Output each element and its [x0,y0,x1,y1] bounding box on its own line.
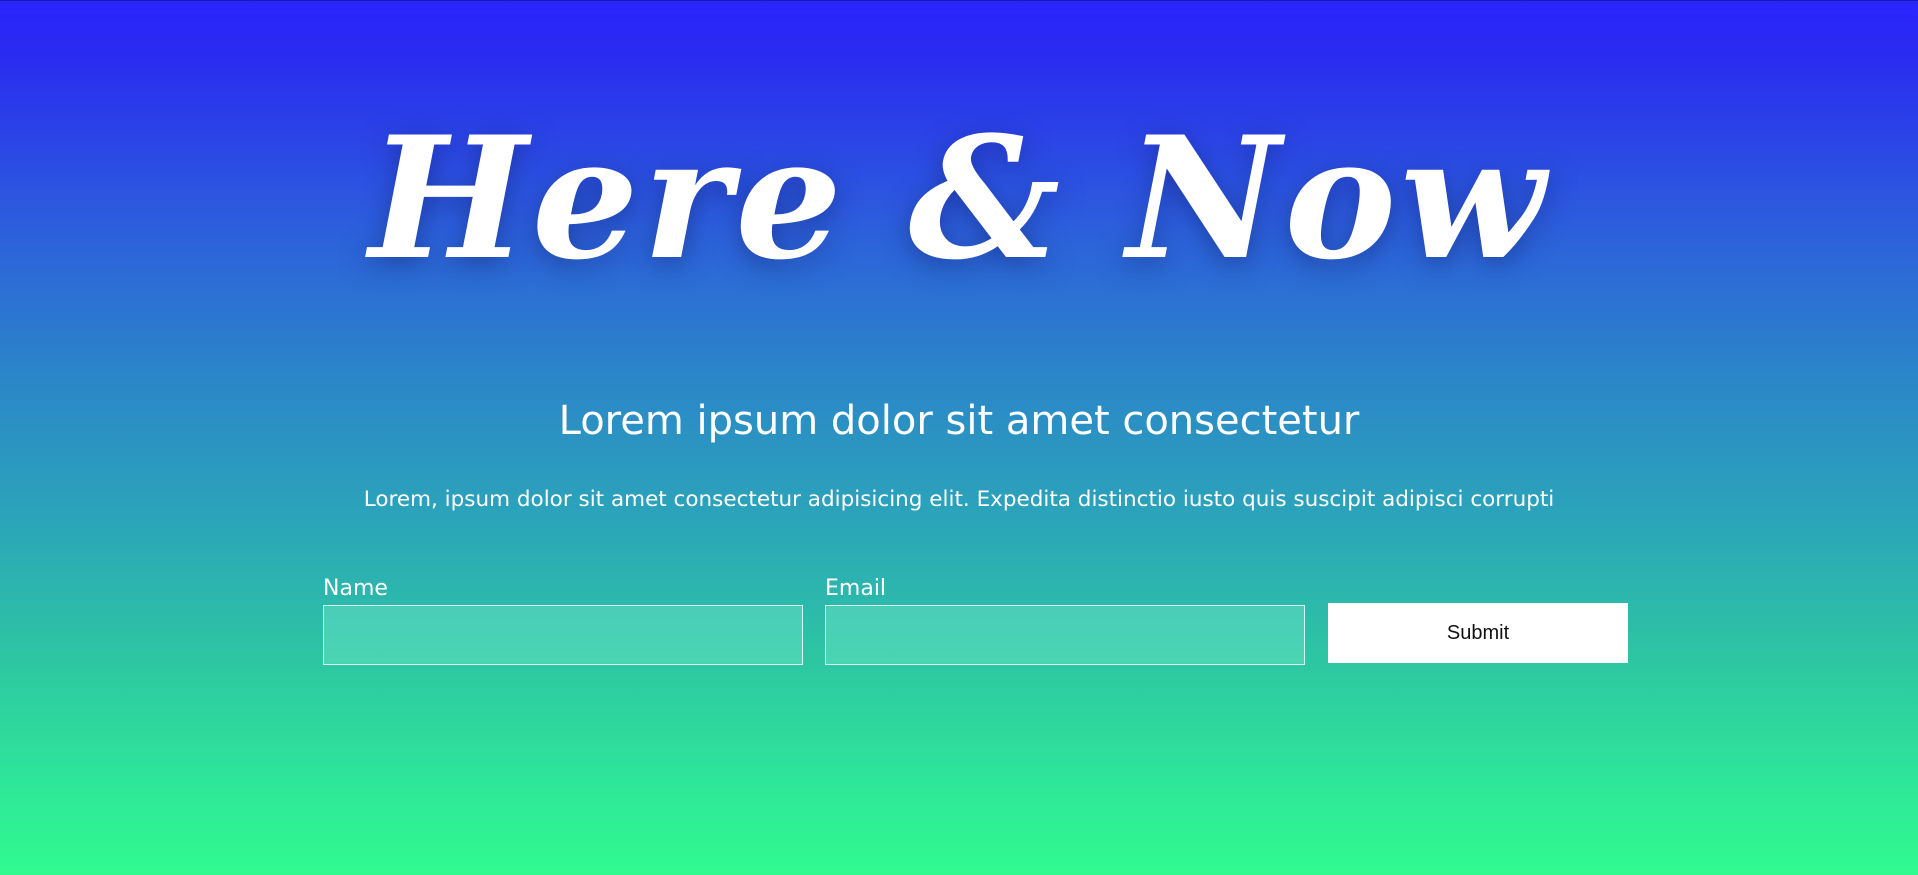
hero-lead-text: Lorem, ipsum dolor sit amet consectetur … [363,487,1555,512]
name-input[interactable] [323,605,803,665]
name-field-group: Name [323,575,803,665]
hero-headline: Here & Now [369,99,1549,297]
submit-button[interactable]: Submit [1328,603,1628,663]
name-label: Name [323,576,388,601]
email-label: Email [825,576,887,601]
hero-section: Here & Now Lorem ipsum dolor sit amet co… [0,0,1918,875]
hero-subtitle: Lorem ipsum dolor sit amet consectetur [558,398,1360,444]
email-input[interactable] [825,605,1305,665]
email-field-group: Email [825,575,1305,665]
